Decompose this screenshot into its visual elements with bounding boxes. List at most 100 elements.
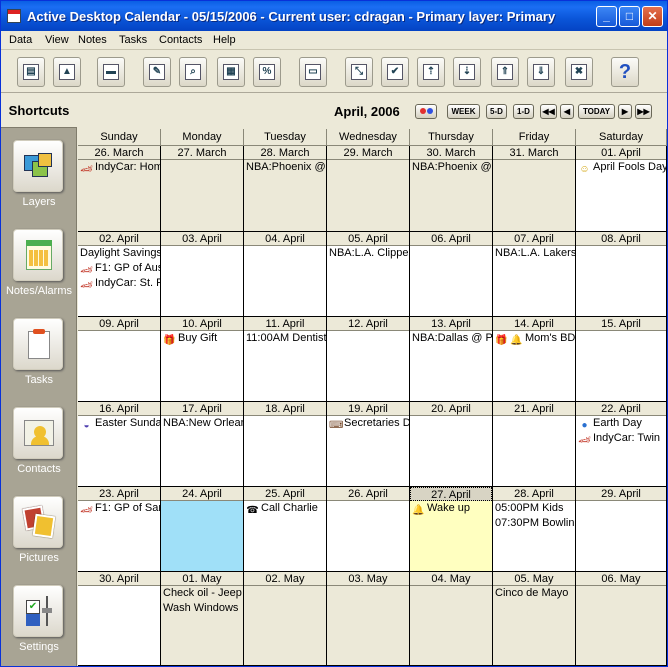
calendar-event[interactable]: NBA:Phoenix @ (410, 160, 492, 175)
calendar-event[interactable]: NBA:L.A. Clippers (327, 246, 409, 261)
calendar-event[interactable]: Daylight Savings (78, 246, 160, 261)
day-date-label[interactable]: 27. April (410, 487, 492, 501)
day-date-label[interactable]: 12. April (327, 317, 409, 331)
tool-edit-button[interactable]: ✎ (143, 57, 171, 87)
menu-contacts[interactable]: Contacts (159, 34, 202, 46)
day-date-label[interactable]: 08. April (576, 232, 666, 246)
day-cell[interactable]: 17. AprilNBA:New Orleans (161, 402, 244, 487)
day-cell[interactable]: 05. April NBA:L.A. Clippers (327, 232, 410, 317)
calendar-event[interactable]: Cinco de Mayo (493, 586, 575, 601)
calendar-event[interactable]: NBA:Dallas @ Ph (410, 331, 492, 346)
day-date-label[interactable]: 29. April (576, 487, 666, 501)
day-date-label[interactable]: 28. April (493, 487, 575, 501)
minimize-button[interactable]: _ (596, 6, 617, 27)
day-cell[interactable]: 28. April 05:00PM Kids 07:30PM Bowling (493, 487, 576, 572)
day-cell[interactable]: 29. April (576, 487, 667, 572)
tool-task-button[interactable]: ▭ (299, 57, 327, 87)
day-cell[interactable]: 03. May (327, 572, 410, 666)
day-cell[interactable]: 30. April (78, 572, 161, 666)
menu-view[interactable]: View (45, 34, 69, 46)
tool-resize-button[interactable]: ⤡ (345, 57, 373, 87)
day-cell[interactable]: 12. April (327, 317, 410, 402)
day-cell[interactable]: 05. May Cinco de Mayo (493, 572, 576, 666)
day-date-label[interactable]: 07. April (493, 232, 575, 246)
tool-complete-button[interactable]: ✔ (381, 57, 409, 87)
day-date-label[interactable]: 01. May (161, 572, 243, 586)
day-date-label[interactable]: 17. April (161, 402, 243, 416)
calendar-event[interactable]: 11:00AM Dentist (244, 331, 326, 346)
day-cell[interactable]: 04. April (244, 232, 327, 317)
day-date-label[interactable]: 14. April (493, 317, 575, 331)
calendar-event[interactable]: Check oil - Jeep (161, 586, 243, 601)
day-cell[interactable]: 29. March (327, 146, 410, 232)
tool-move-top-button[interactable]: ⇑ (491, 57, 519, 87)
layers-color-button[interactable] (415, 104, 437, 119)
tool-alarm-button[interactable]: ▲ (53, 57, 81, 87)
day-date-label[interactable]: 25. April (244, 487, 326, 501)
calendar-event[interactable]: ⌨Secretaries D (327, 416, 409, 431)
day-cell[interactable]: 28. March NBA:Phoenix @ (244, 146, 327, 232)
tool-print-button[interactable]: ▬ (97, 57, 125, 87)
day-cell[interactable]: 25. April ☎ Call Charlie (244, 487, 327, 572)
calendar-event[interactable]: 🏎 IndyCar: Twin (576, 431, 666, 446)
day-cell[interactable]: 30. March NBA:Phoenix @ (410, 146, 493, 232)
day-date-label[interactable]: 04. May (410, 572, 492, 586)
calendar-event[interactable]: 🏎 IndyCar: Hom (78, 160, 160, 175)
calendar-event[interactable]: 07:30PM Bowling (493, 516, 575, 531)
calendar-event[interactable]: ☎ Call Charlie (244, 501, 326, 516)
next-button[interactable]: ▶ (618, 104, 632, 119)
tool-move-down-button[interactable]: ⇣ (453, 57, 481, 87)
day-cell[interactable]: 27. April 🔔 Wake up (410, 487, 493, 572)
day-cell[interactable]: 02. May (244, 572, 327, 666)
day-date-label[interactable]: 16. April (78, 402, 160, 416)
day-cell[interactable]: 20. April (410, 402, 493, 487)
calendar-event[interactable]: 🎁 Buy Gift (161, 331, 243, 346)
week-view-button[interactable]: WEEK (447, 104, 480, 119)
day-date-label[interactable]: 24. April (161, 487, 243, 501)
day-date-label[interactable]: 27. March (161, 146, 243, 160)
day-date-label[interactable]: 30. March (410, 146, 492, 160)
day-cell[interactable]: 19. April ⌨Secretaries D (327, 402, 410, 487)
day-date-label[interactable]: 29. March (327, 146, 409, 160)
day-cell[interactable]: 26. April (327, 487, 410, 572)
day-cell[interactable]: 22. April ● Earth Day 🏎 IndyCar: Twin (576, 402, 667, 487)
day-cell[interactable]: 27. March (161, 146, 244, 232)
tool-percent-button[interactable]: % (253, 57, 281, 87)
day-date-label[interactable]: 06. May (576, 572, 666, 586)
day-cell[interactable]: 04. May (410, 572, 493, 666)
shortcut-tasks[interactable]: Tasks (1, 308, 77, 397)
day-cell[interactable]: 09. April (78, 317, 161, 402)
day-cell[interactable]: 10. April 🎁 Buy Gift (161, 317, 244, 402)
day-date-label[interactable]: 05. May (493, 572, 575, 586)
calendar-event[interactable]: NBA:New Orleans (161, 416, 243, 431)
shortcut-contacts[interactable]: Contacts (1, 397, 77, 486)
calendar-event[interactable]: 🎁 🔔 Mom's BD (493, 331, 575, 346)
calendar-event[interactable]: 🏎 F1: GP of San (78, 501, 160, 516)
day-cell[interactable]: 06. May (576, 572, 667, 666)
day-cell[interactable]: 01. April ☺ April Fools Day (576, 146, 667, 232)
shortcut-pictures[interactable]: Pictures (1, 486, 77, 575)
first-button[interactable]: ◀◀ (540, 104, 557, 119)
day-date-label[interactable]: 01. April (576, 146, 666, 160)
calendar-event[interactable]: ☺ April Fools Day (576, 160, 666, 175)
tool-delete-button[interactable]: ✖ (565, 57, 593, 87)
day-date-label[interactable]: 15. April (576, 317, 666, 331)
shortcut-settings[interactable]: ✔ Settings (1, 575, 77, 664)
day-cell[interactable]: 16. April ◒ Easter Sunday (78, 402, 161, 487)
day-date-label[interactable]: 04. April (244, 232, 326, 246)
day-date-label[interactable]: 09. April (78, 317, 160, 331)
day-date-label[interactable]: 11. April (244, 317, 326, 331)
day-date-label[interactable]: 19. April (327, 402, 409, 416)
tool-find-button[interactable]: ⌕ (179, 57, 207, 87)
day-date-label[interactable]: 31. March (493, 146, 575, 160)
prev-button[interactable]: ◀ (560, 104, 574, 119)
day-cell[interactable]: 02. April Daylight Savings 🏎 F1: GP of Aus 🏎… (78, 232, 161, 317)
day-date-label[interactable]: 26. March (78, 146, 160, 160)
shortcut-layers[interactable]: Layers (1, 130, 77, 219)
menu-notes[interactable]: Notes (78, 34, 107, 46)
day-date-label[interactable]: 20. April (410, 402, 492, 416)
day-date-label[interactable]: 13. April (410, 317, 492, 331)
title-bar[interactable]: Active Desktop Calendar - 05/15/2006 - C… (1, 1, 667, 31)
tool-new-note-button[interactable]: ▤ (17, 57, 45, 87)
shortcut-notes-alarms[interactable]: Notes/Alarms (1, 219, 77, 308)
